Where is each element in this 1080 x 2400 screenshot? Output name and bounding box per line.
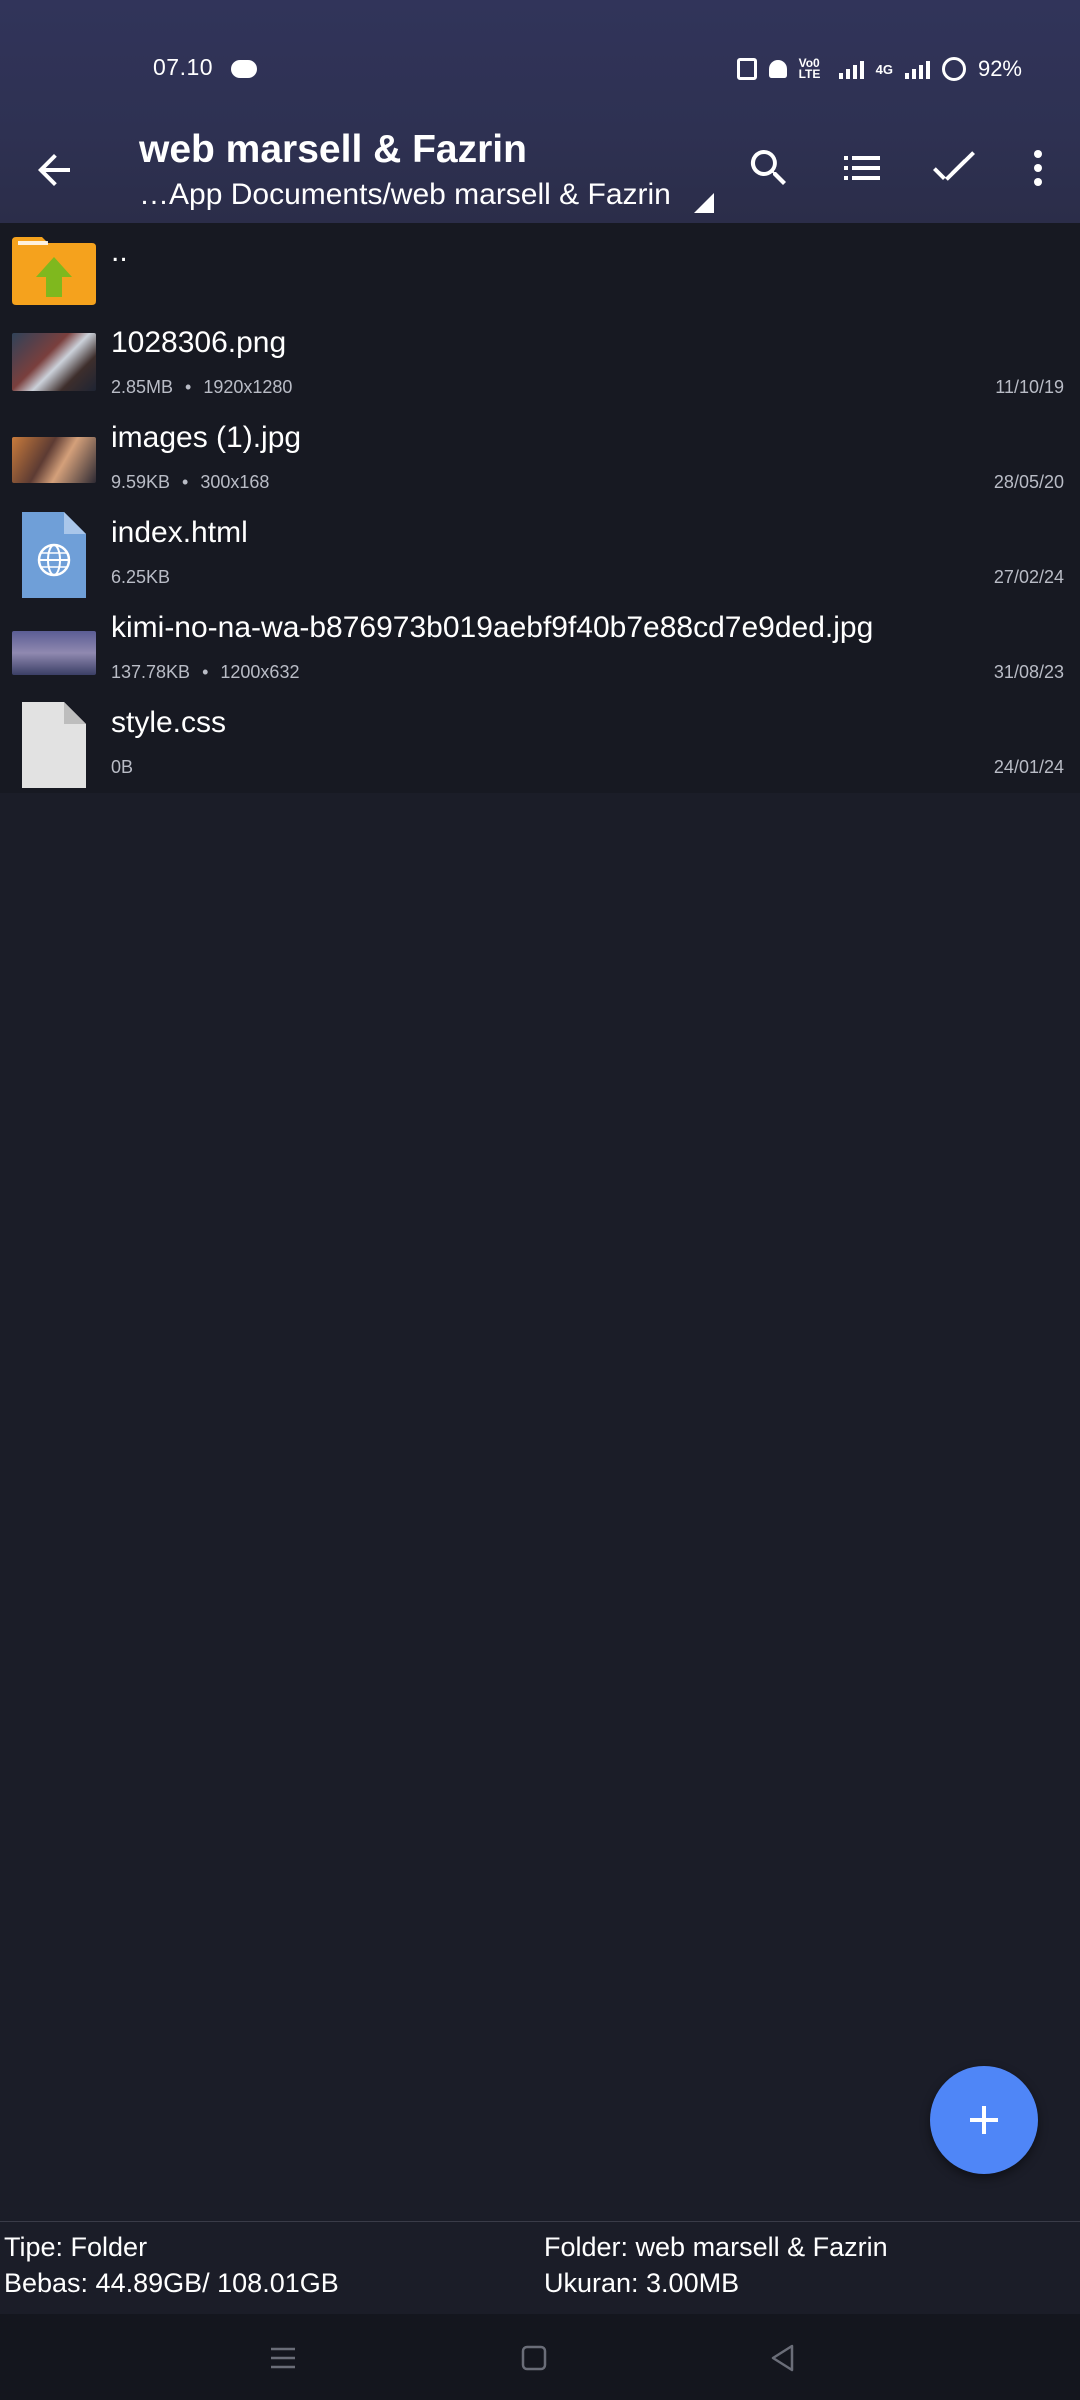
file-size: 137.78KB: [111, 662, 191, 682]
mute-icon: [768, 60, 787, 78]
file-name: 1028306.png: [111, 326, 287, 359]
list-item-file[interactable]: index.html 6.25KB 27/02/24: [0, 508, 1080, 603]
battery-icon: [941, 57, 966, 81]
list-item-file[interactable]: kimi-no-na-wa-b876973b019aebf9f40b7e88cd…: [0, 603, 1080, 698]
search-icon: [750, 150, 786, 185]
add-button[interactable]: [930, 2066, 1038, 2174]
info-type: Tipe: Folder: [4, 2232, 148, 2262]
file-date: 31/08/23: [993, 662, 1064, 682]
file-list: .. 1028306.png 2.85MB • 1920x1280 11/10/19…: [0, 223, 1080, 793]
image-thumbnail: [12, 631, 96, 675]
home-button[interactable]: [514, 2338, 554, 2378]
menu-lines-icon: [271, 2347, 295, 2369]
list-item-file[interactable]: images (1).jpg 9.59KB • 300x168 28/05/20: [0, 413, 1080, 508]
back-button[interactable]: [30, 146, 78, 194]
recents-button[interactable]: [263, 2338, 303, 2378]
select-all-button[interactable]: [931, 144, 979, 192]
plus-icon: [970, 2106, 998, 2134]
file-name: index.html: [111, 516, 248, 549]
file-name: kimi-no-na-wa-b876973b019aebf9f40b7e88cd…: [111, 611, 874, 644]
file-size: 0B: [111, 757, 134, 777]
info-size: Ukuran: 3.00MB: [544, 2268, 740, 2298]
file-name: images (1).jpg: [111, 421, 302, 454]
file-size: 2.85MB: [111, 377, 174, 397]
file-date: 24/01/24: [993, 757, 1064, 777]
file-size: 6.25KB: [111, 567, 171, 587]
header: 07.10 Vo0 LTE 4G 92% web marsell & Fazri…: [0, 0, 1080, 223]
more-options-button[interactable]: [1014, 144, 1062, 192]
list-view-button[interactable]: [838, 144, 886, 192]
list-item-file[interactable]: style.css 0B 24/01/24: [0, 698, 1080, 793]
battery-percent: 92%: [977, 56, 1022, 81]
file-meta: 9.59KB • 300x168: [111, 472, 270, 492]
folder-up-icon: [12, 237, 96, 305]
file-meta: 2.85MB • 1920x1280: [111, 377, 293, 397]
status-bar: 07.10 Vo0 LTE 4G 92%: [0, 0, 1080, 140]
double-check-icon: [933, 151, 975, 181]
generic-file-icon: [22, 702, 86, 788]
file-date: 27/02/24: [993, 567, 1064, 587]
list-item-parent-folder[interactable]: ..: [0, 223, 1080, 318]
file-meta: 0B: [111, 757, 133, 778]
page-title: web marsell & Fazrin: [139, 128, 527, 171]
system-nav-bar: [0, 2314, 1080, 2400]
file-name: style.css: [111, 706, 227, 739]
app-bar: web marsell & Fazrin …App Documents/web …: [0, 128, 1080, 223]
home-square-icon: [521, 2345, 547, 2371]
more-vert-icon: [1034, 150, 1042, 186]
status-icons: Vo0 LTE 4G 92%: [736, 56, 1022, 82]
network-4g-label: 4G: [875, 61, 893, 77]
signal-icon-2: [904, 59, 930, 79]
image-thumbnail: [12, 333, 96, 391]
file-size: 9.59KB: [111, 472, 171, 492]
info-bar: Tipe: Folder Bebas: 44.89GB/ 108.01GB Fo…: [0, 2221, 1080, 2315]
arrow-back-icon: [38, 154, 70, 186]
volte-icon: Vo0 LTE: [798, 56, 821, 81]
file-date: 28/05/20: [993, 472, 1064, 492]
file-dimensions: 1920x1280: [203, 377, 293, 397]
html-file-icon: [22, 512, 86, 598]
file-dimensions: 300x168: [200, 472, 270, 492]
path-breadcrumb[interactable]: …App Documents/web marsell & Fazrin: [139, 178, 671, 212]
file-meta: 6.25KB: [111, 567, 170, 588]
signal-icon-1: [838, 59, 864, 79]
file-date: 11/10/19: [995, 377, 1064, 397]
list-item-file[interactable]: 1028306.png 2.85MB • 1920x1280 11/10/19: [0, 318, 1080, 413]
list-icon: [844, 156, 880, 180]
info-free-space: Bebas: 44.89GB/ 108.01GB: [4, 2268, 339, 2298]
file-dimensions: 1200x632: [220, 662, 300, 682]
file-meta: 137.78KB • 1200x632: [111, 662, 300, 682]
path-dropdown-caret-icon[interactable]: [694, 193, 714, 213]
status-time: 07.10: [153, 54, 214, 80]
image-thumbnail: [12, 437, 96, 483]
nfc-icon: [736, 58, 757, 80]
back-triangle-icon: [771, 2344, 794, 2372]
chat-notification-icon: [231, 60, 257, 78]
search-button[interactable]: [745, 144, 793, 192]
info-folder: Folder: web marsell & Fazrin: [544, 2232, 888, 2262]
back-nav-button[interactable]: [763, 2338, 803, 2378]
file-name: ..: [111, 235, 128, 268]
